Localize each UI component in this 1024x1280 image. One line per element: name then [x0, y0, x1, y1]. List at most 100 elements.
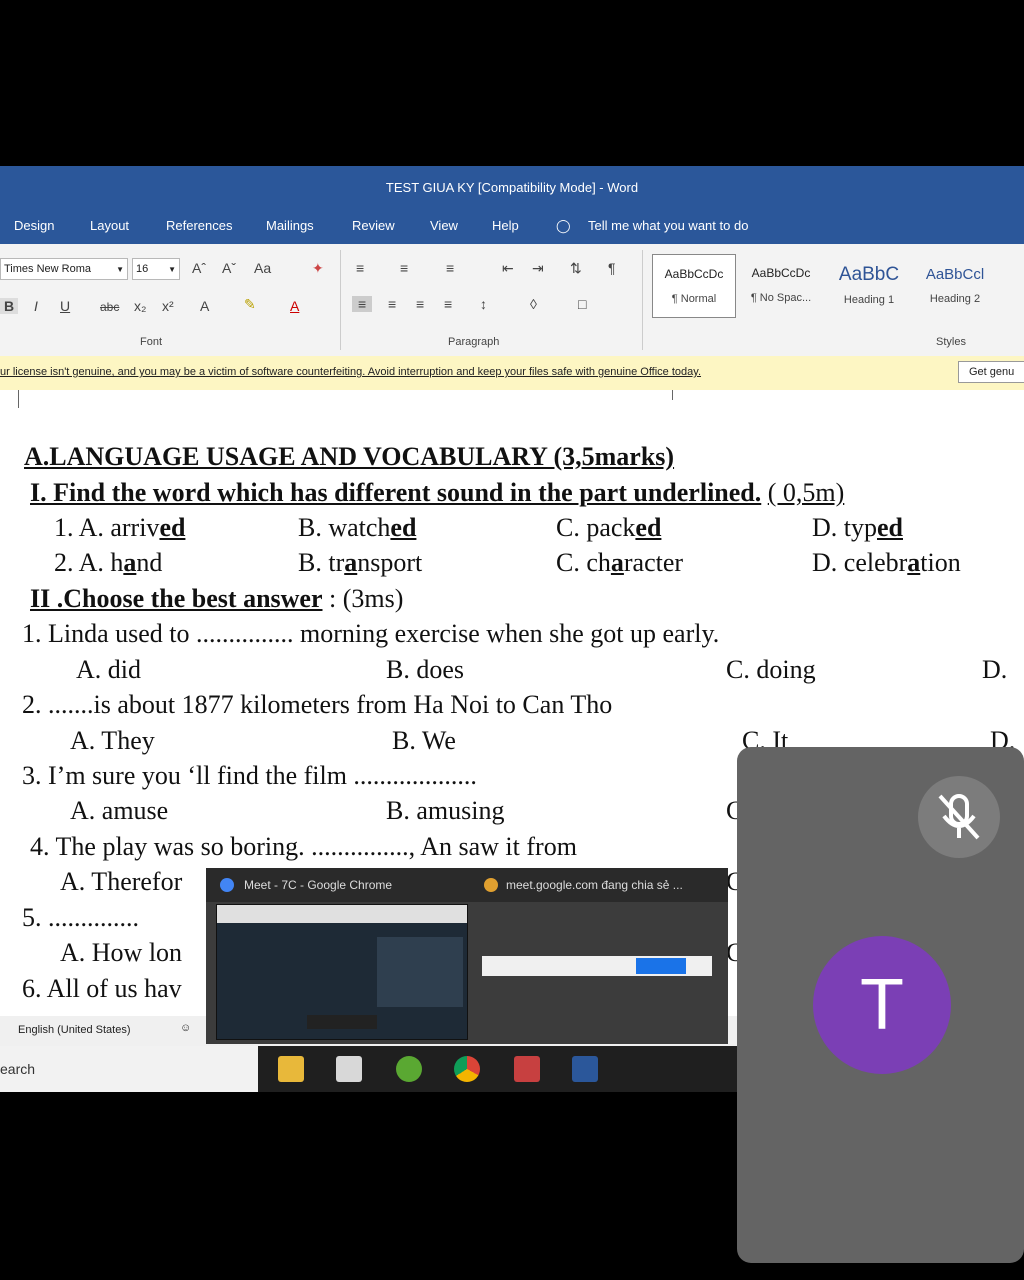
- meet-icon: [484, 878, 498, 892]
- meet-share-popup: Meet - 7C - Google Chrome meet.google.co…: [206, 868, 728, 1044]
- tell-me-box[interactable]: Tell me what you want to do: [588, 218, 748, 233]
- font-size-select[interactable]: 16 ▼: [132, 258, 180, 280]
- borders-icon[interactable]: □: [578, 296, 586, 312]
- mc-question-4: 4. The play was so boring. .............…: [30, 832, 577, 861]
- grow-font-icon[interactable]: Aˆ: [192, 260, 206, 276]
- option-2b: B. transport: [298, 548, 423, 577]
- share-popup-header: Meet - 7C - Google Chrome meet.google.co…: [206, 868, 728, 902]
- shrink-font-icon[interactable]: Aˇ: [222, 260, 236, 276]
- mic-off-icon[interactable]: [918, 776, 1000, 858]
- font-name-value: Times New Roma: [4, 263, 91, 275]
- file-explorer-icon[interactable]: [278, 1056, 304, 1082]
- font-name-select[interactable]: Times New Roma ▼: [0, 258, 128, 280]
- ruler: [0, 390, 1024, 409]
- shared-screen-thumbnail[interactable]: [216, 904, 468, 1040]
- sharing-notice: meet.google.com đang chia sẻ ...: [506, 878, 683, 892]
- chrome-icon[interactable]: [454, 1056, 480, 1082]
- option-1d: D. typed: [812, 513, 903, 542]
- app-grid-icon[interactable]: [514, 1056, 540, 1082]
- mc3-option-b: B. amusing: [386, 796, 505, 825]
- taskbar-search[interactable]: earch: [0, 1046, 258, 1092]
- tab-layout[interactable]: Layout: [90, 218, 129, 233]
- stop-sharing-button[interactable]: [636, 958, 686, 974]
- accessibility-icon[interactable]: ☺: [180, 1022, 191, 1034]
- tab-mailings[interactable]: Mailings: [266, 218, 314, 233]
- get-genuine-button[interactable]: Get genu: [958, 361, 1024, 383]
- change-case-icon[interactable]: Aa: [254, 260, 271, 276]
- bullets-icon[interactable]: ≡: [356, 260, 364, 276]
- paragraph-group-label: Paragraph: [448, 336, 500, 348]
- chevron-down-icon: ▼: [116, 264, 124, 274]
- chrome-icon: [220, 878, 234, 892]
- tab-references[interactable]: References: [166, 218, 232, 233]
- bold-icon[interactable]: B: [0, 298, 19, 314]
- avatar-initial: T: [860, 965, 904, 1045]
- underline-icon[interactable]: U: [60, 298, 70, 314]
- question-2: 2. A. hand: [54, 548, 163, 577]
- thumbnail-toolbar: [217, 905, 467, 923]
- align-right-icon[interactable]: ≡: [416, 296, 424, 312]
- word-icon[interactable]: [572, 1056, 598, 1082]
- style-heading-2[interactable]: AaBbCcl Heading 2: [914, 254, 996, 316]
- ruler-margin: [18, 390, 19, 408]
- license-message[interactable]: ur license isn't genuine, and you may be…: [0, 366, 701, 378]
- style-no-spacing[interactable]: AaBbCcDc ¶ No Spac...: [740, 254, 822, 316]
- app-icon[interactable]: [396, 1056, 422, 1082]
- question-1: 1. A. arrived: [54, 513, 186, 542]
- section-heading: A.LANGUAGE USAGE AND VOCABULARY (3,5mark…: [24, 442, 675, 471]
- highlight-icon[interactable]: ✎: [244, 296, 256, 313]
- window-title: TEST GIUA KY [Compatibility Mode] - Word: [385, 179, 639, 195]
- part1-heading: I. Find the word which has different sou…: [30, 478, 845, 507]
- ruler-tick: [672, 390, 673, 400]
- increase-indent-icon[interactable]: ⇥: [532, 260, 544, 277]
- mc2-option-b: B. We: [392, 726, 456, 755]
- shading-icon[interactable]: ◊: [530, 296, 537, 312]
- mc-question-1: 1. Linda used to ............... morning…: [22, 619, 720, 648]
- numbering-icon[interactable]: ≡: [400, 260, 408, 276]
- mc3-option-a: A. amuse: [70, 796, 169, 825]
- tab-help[interactable]: Help: [492, 218, 519, 233]
- license-banner: ur license isn't genuine, and you may be…: [0, 356, 1024, 391]
- thumbnail-controls: [307, 1015, 377, 1029]
- tab-view[interactable]: View: [430, 218, 458, 233]
- option-1c: C. packed: [556, 513, 662, 542]
- italic-icon[interactable]: I: [34, 298, 38, 314]
- divider: [642, 250, 643, 350]
- shared-window-title: Meet - 7C - Google Chrome: [244, 878, 393, 892]
- justify-icon[interactable]: ≡: [444, 296, 452, 312]
- mc-question-6: 6. All of us hav: [22, 974, 182, 1003]
- participant-tile: T: [737, 747, 1024, 1263]
- thumbnail-tiles: [377, 937, 463, 1007]
- store-icon[interactable]: [336, 1056, 362, 1082]
- mc-question-3: 3. I’m sure you ‘ll find the film ......…: [22, 761, 477, 790]
- line-spacing-icon[interactable]: ↕: [480, 296, 487, 312]
- option-2d: D. celebration: [812, 548, 961, 577]
- share-notice-panel: [476, 904, 728, 1044]
- language-status[interactable]: English (United States): [18, 1024, 131, 1036]
- text-effects-icon[interactable]: A: [200, 298, 209, 314]
- style-normal[interactable]: AaBbCcDc ¶ Normal: [652, 254, 736, 318]
- styles-group-label: Styles: [936, 336, 966, 348]
- font-color-icon[interactable]: A: [290, 298, 299, 314]
- tab-review[interactable]: Review: [352, 218, 395, 233]
- decrease-indent-icon[interactable]: ⇤: [502, 260, 514, 277]
- chevron-down-icon: ▼: [168, 264, 176, 274]
- avatar: T: [813, 936, 951, 1074]
- align-center-icon[interactable]: ≡: [388, 296, 396, 312]
- divider: [340, 250, 341, 350]
- strikethrough-icon[interactable]: abc: [100, 300, 119, 314]
- mc1-option-b: B. does: [386, 655, 464, 684]
- option-1b: B. watched: [298, 513, 417, 542]
- superscript-icon[interactable]: x²: [162, 298, 174, 314]
- sort-icon[interactable]: ⇅: [570, 260, 582, 277]
- multilevel-list-icon[interactable]: ≡: [446, 260, 454, 276]
- pilcrow-icon[interactable]: ¶: [608, 260, 616, 276]
- subscript-icon[interactable]: x₂: [134, 298, 146, 314]
- align-left-icon[interactable]: ≡: [352, 296, 373, 312]
- tab-design[interactable]: Design: [14, 218, 54, 233]
- clear-format-icon[interactable]: ✦: [312, 260, 324, 277]
- style-heading-1[interactable]: AaBbC Heading 1: [828, 254, 910, 316]
- font-size-value: 16: [136, 263, 149, 275]
- ribbon: Times New Roma ▼ 16 ▼ Aˆ Aˇ Aa ✦ B I U a…: [0, 244, 1024, 357]
- mc1-option-d: D.: [982, 655, 1008, 684]
